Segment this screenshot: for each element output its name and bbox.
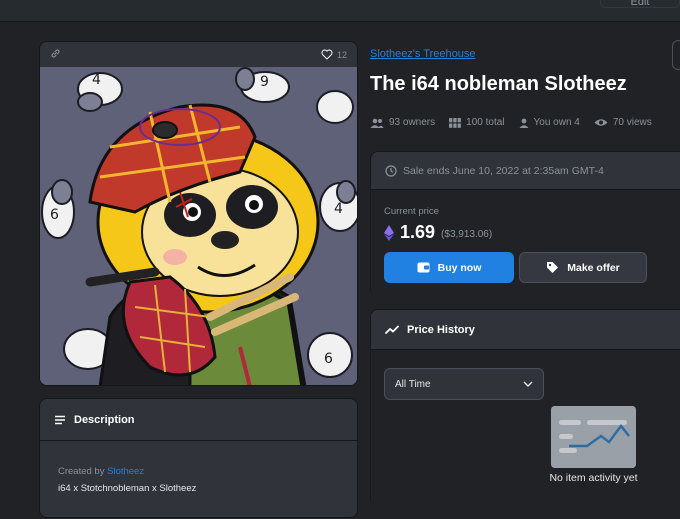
image-card-header: 12 (40, 42, 357, 67)
sale-header: Sale ends June 10, 2022 at 2:35am GMT-4 (371, 152, 680, 190)
link-icon[interactable] (50, 46, 61, 64)
nft-image[interactable]: 4 9 6 4 6 (40, 67, 357, 385)
empty-chart-illustration (551, 406, 636, 468)
asset-stats: 93 owners 100 total You own 4 70 views (370, 117, 666, 128)
svg-text:9: 9 (260, 74, 269, 90)
price-history-header[interactable]: Price History (371, 310, 680, 350)
trend-icon (385, 325, 399, 334)
total-stat: 100 total (449, 117, 505, 128)
time-range-value: All Time (395, 378, 431, 390)
price-value: 1.69 (400, 222, 436, 242)
collection-link[interactable]: Slotheez's Treehouse (370, 48, 475, 60)
top-bar: Edit (0, 0, 680, 22)
clock-icon (385, 164, 397, 177)
wallet-icon (417, 262, 430, 273)
list-icon (55, 415, 65, 424)
eye-icon (594, 119, 608, 126)
owners-count: 93 owners (389, 117, 436, 128)
nft-image-card: 12 4 9 6 4 6 (39, 41, 358, 386)
description-body: Created by Slotheez i64 x Stotchnobleman… (40, 441, 357, 519)
description-panel: Description Created by Slotheez i64 x St… (39, 398, 358, 518)
price-row: 1.69 ($3,913.06) (384, 222, 492, 243)
ethereum-icon (384, 224, 394, 241)
price-history-panel: Price History All Time No item activity … (370, 309, 680, 508)
favorite-button[interactable]: 12 (321, 49, 347, 60)
buy-now-button[interactable]: Buy now (384, 252, 514, 283)
svg-text:4: 4 (92, 72, 101, 88)
more-options-button[interactable] (672, 40, 680, 70)
views-stat: 70 views (594, 117, 652, 128)
heart-icon (321, 49, 333, 60)
you-own-stat: You own 4 (519, 117, 580, 128)
creator-link[interactable]: Slotheez (107, 466, 144, 477)
make-offer-button[interactable]: Make offer (519, 252, 647, 283)
svg-text:6: 6 (50, 207, 59, 223)
total-count: 100 total (466, 117, 505, 128)
edit-button[interactable]: Edit (600, 0, 680, 8)
owners-stat[interactable]: 93 owners (370, 117, 435, 128)
no-activity-text: No item activity yet (549, 472, 638, 484)
sale-body: Current price 1.69 ($3,913.06) Buy now M… (371, 190, 680, 297)
description-header[interactable]: Description (40, 399, 357, 441)
make-offer-label: Make offer (567, 261, 620, 274)
fiat-price: ($3,913.06) (441, 228, 493, 240)
person-icon (519, 118, 529, 128)
price-history-body: All Time No item activity yet (371, 350, 680, 508)
created-by-line: Created by Slotheez (58, 463, 339, 480)
description-title: Description (74, 413, 135, 426)
favorite-count: 12 (336, 49, 347, 60)
created-by-label: Created by (58, 466, 105, 477)
buy-now-label: Buy now (437, 261, 482, 274)
time-range-select[interactable]: All Time (384, 368, 544, 400)
svg-text:6: 6 (324, 351, 333, 367)
you-own-count: You own 4 (533, 117, 580, 128)
price-history-title: Price History (407, 323, 475, 336)
tag-icon (547, 262, 559, 273)
owners-icon (370, 118, 384, 128)
current-price-label: Current price (384, 206, 439, 217)
svg-text:4: 4 (334, 201, 343, 217)
views-count: 70 views (612, 117, 652, 128)
chevron-down-icon (523, 381, 533, 387)
description-text: i64 x Stotchnobleman x Slotheez (58, 483, 197, 494)
sale-panel: Sale ends June 10, 2022 at 2:35am GMT-4 … (370, 151, 680, 297)
grid-icon (449, 117, 462, 128)
sale-end-text: Sale ends June 10, 2022 at 2:35am GMT-4 (403, 164, 604, 177)
asset-title: The i64 nobleman Slotheez (370, 73, 627, 95)
